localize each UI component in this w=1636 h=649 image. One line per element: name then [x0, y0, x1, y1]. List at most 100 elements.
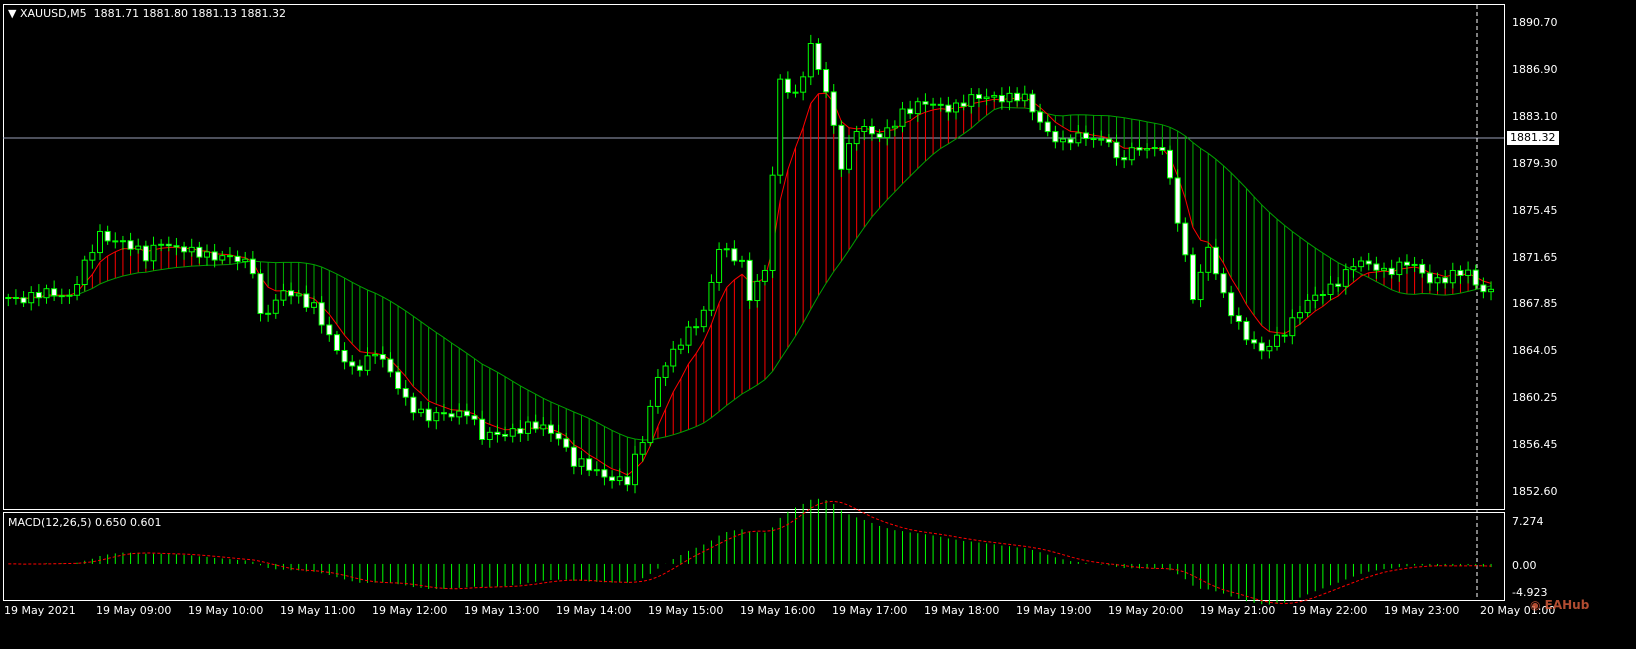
candle-body — [838, 124, 845, 170]
candle-body — [632, 453, 639, 486]
candle-body — [570, 446, 577, 467]
candle-body — [540, 424, 547, 430]
candle-body — [1488, 288, 1495, 293]
candle-body — [1235, 315, 1242, 322]
candle-body — [242, 258, 249, 263]
candle-body — [525, 421, 532, 434]
candle-body — [456, 410, 463, 418]
candle-body — [1442, 277, 1449, 284]
candle-body — [1350, 266, 1357, 271]
candle-body — [1449, 269, 1456, 284]
candle-body — [51, 288, 58, 297]
candle-body — [112, 240, 119, 243]
candle-body — [1037, 111, 1044, 123]
candle-body — [792, 91, 799, 94]
candle-body — [693, 326, 700, 329]
candle-body — [119, 240, 126, 243]
candle-body — [311, 302, 318, 308]
candle-body — [1480, 284, 1487, 293]
candle-body — [471, 415, 478, 420]
candle-body — [387, 358, 394, 373]
candle-body — [1113, 141, 1120, 159]
candle-body — [165, 243, 172, 247]
macd-label: MACD(12,26,5) 0.650 0.601 — [8, 516, 162, 529]
time-tick-label: 19 May 12:00 — [372, 604, 448, 617]
candle-body — [1060, 138, 1067, 143]
candle-body — [547, 424, 554, 434]
time-tick-label: 19 May 09:00 — [96, 604, 172, 617]
candle-body — [364, 355, 371, 371]
candle-body — [1258, 342, 1265, 352]
candle-body — [5, 297, 12, 300]
candle-body — [1128, 147, 1135, 161]
candle-body — [1243, 320, 1250, 341]
candle-body — [509, 428, 516, 437]
candle-body — [654, 376, 661, 407]
candle-body — [1296, 312, 1303, 319]
time-tick-label: 19 May 22:00 — [1292, 604, 1368, 617]
triangle-down-icon[interactable]: ▼ — [8, 7, 16, 20]
candle-body — [410, 396, 417, 414]
candle-body — [181, 246, 188, 253]
candle-body — [1251, 339, 1258, 344]
candle-body — [1212, 246, 1219, 275]
candle-body — [1342, 269, 1349, 287]
candle-body — [891, 125, 898, 129]
candle-body — [1281, 334, 1288, 337]
time-tick-label: 19 May 2021 — [4, 604, 76, 617]
candle-body — [12, 297, 19, 300]
candle-body — [1098, 138, 1105, 141]
candle-body — [204, 251, 211, 258]
candle-body — [1090, 138, 1097, 141]
candle-body — [135, 245, 142, 250]
macd-tick-label: 7.274 — [1512, 515, 1544, 528]
candle-body — [35, 292, 42, 299]
candle-body — [563, 438, 570, 448]
candle-body — [823, 69, 830, 93]
candle-body — [257, 273, 264, 314]
candle-body — [884, 127, 891, 139]
candle-body — [769, 174, 776, 271]
candle-body — [433, 412, 440, 422]
watermark-logo: ◉ EAHub — [1530, 598, 1590, 612]
candle-body — [1457, 269, 1464, 276]
price-tick-label: 1890.70 — [1512, 16, 1558, 29]
price-tick-label: 1860.25 — [1512, 391, 1558, 405]
time-tick-label: 19 May 20:00 — [1108, 604, 1184, 617]
chart-title[interactable]: ▼ XAUUSD,M5 1881.71 1881.80 1881.13 1881… — [8, 7, 286, 20]
candle-body — [1358, 260, 1365, 268]
candle-body — [532, 421, 539, 430]
candle-body — [1465, 269, 1472, 276]
time-tick-label: 19 May 21:00 — [1200, 604, 1276, 617]
candle-body — [746, 259, 753, 302]
candle-body — [448, 413, 455, 418]
candle-body — [1381, 267, 1388, 271]
candle-body — [807, 43, 814, 78]
candle-body — [402, 388, 409, 398]
candle-body — [226, 255, 233, 258]
candle-body — [1029, 93, 1036, 113]
candle-body — [303, 293, 310, 308]
candle-body — [295, 293, 302, 297]
candle-body — [754, 280, 761, 302]
candle-body — [1075, 132, 1082, 144]
candle-body — [960, 102, 967, 107]
time-tick-label: 19 May 13:00 — [464, 604, 540, 617]
candle-body — [1403, 261, 1410, 266]
candle-body — [349, 361, 356, 367]
candle-body — [777, 78, 784, 176]
price-tick-label: 1867.85 — [1512, 297, 1558, 311]
candle-body — [1006, 92, 1013, 103]
candle-body — [1159, 147, 1166, 151]
candle-body — [1373, 263, 1380, 271]
candle-body — [937, 103, 944, 106]
candle-body — [318, 302, 325, 326]
candle-body — [953, 102, 960, 113]
candle-body — [219, 255, 226, 261]
candle-body — [326, 324, 333, 336]
candle-body — [846, 143, 853, 170]
candle-body — [593, 469, 600, 472]
candle-body — [685, 326, 692, 346]
candle-body — [1419, 263, 1426, 274]
chart-canvas[interactable] — [0, 0, 1636, 649]
